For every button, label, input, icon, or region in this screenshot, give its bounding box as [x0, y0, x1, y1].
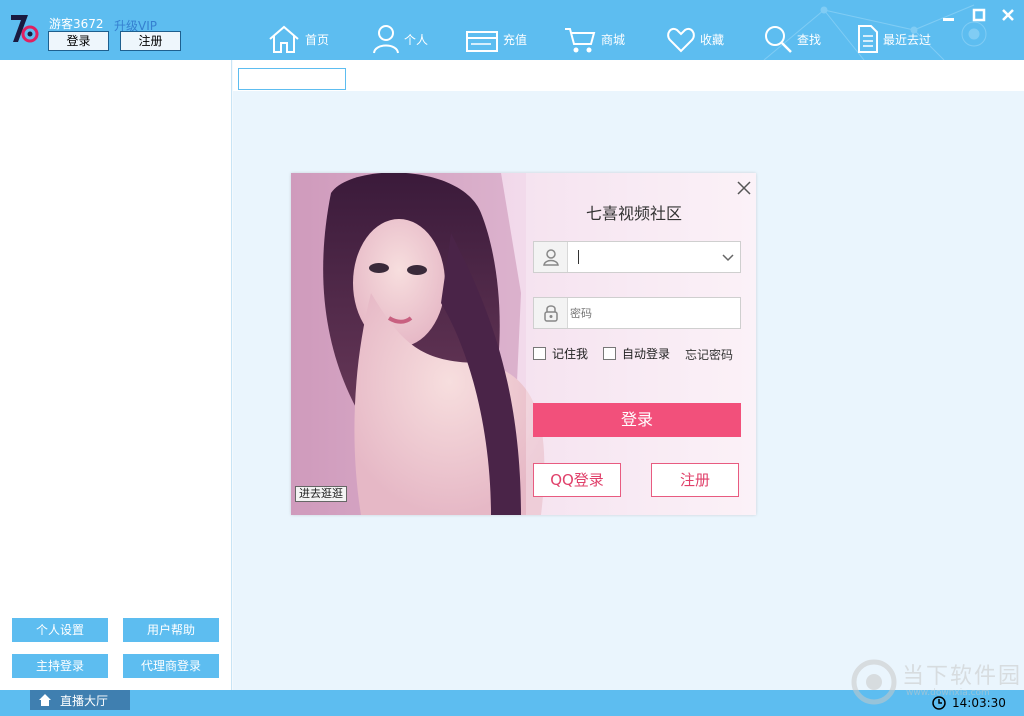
heart-icon: [667, 28, 695, 53]
dialog-title: 七喜视频社区: [586, 204, 683, 223]
nav-mall[interactable]: 商城: [563, 14, 625, 54]
live-hall-label: 直播大厅: [60, 693, 109, 708]
top-register-button[interactable]: 注册: [120, 31, 181, 51]
search-icon: [765, 26, 792, 53]
username-field[interactable]: [533, 241, 741, 273]
nav-recent[interactable]: 最近去过: [857, 14, 931, 54]
username-input[interactable]: [570, 246, 720, 268]
nav-recent-label: 最近去过: [883, 33, 932, 47]
login-button[interactable]: 登录: [533, 403, 741, 437]
nav-mall-label: 商城: [601, 33, 626, 47]
nav-recharge-label: 充值: [503, 33, 528, 47]
live-hall-tab[interactable]: 直播大厅: [30, 690, 130, 710]
maximize-icon[interactable]: [970, 6, 988, 24]
top-bar: 游客3672 升级VIP 登录 注册 首页 个人 充值 商城 收藏 查找 最近去…: [0, 0, 1024, 60]
forgot-password-link[interactable]: 忘记密码: [685, 346, 733, 363]
user-icon-box: [534, 242, 568, 272]
remember-me-box[interactable]: [533, 347, 546, 360]
nav-favorites-label: 收藏: [700, 33, 725, 47]
nav-personal-label: 个人: [404, 33, 429, 47]
dialog-close-icon[interactable]: [735, 179, 753, 197]
home-icon: [39, 694, 51, 706]
nav-favorites[interactable]: 收藏: [666, 14, 724, 54]
auto-login-box[interactable]: [603, 347, 616, 360]
auto-login-checkbox[interactable]: 自动登录: [603, 345, 670, 362]
remember-me-checkbox[interactable]: 记住我: [533, 345, 588, 362]
watermark: 当下软件园 www.downxia.com: [850, 656, 1022, 708]
user-help-button[interactable]: 用户帮助: [123, 618, 219, 642]
login-dialog: 七喜视频社区 记住我 自动登录 忘记密码 登录 QQ登录 注册 进去逛逛: [291, 173, 756, 515]
watermark-subtext: www.downxia.com: [906, 688, 990, 698]
tab-strip: [233, 60, 1024, 91]
qq-login-button[interactable]: QQ登录: [533, 463, 621, 497]
agent-login-button[interactable]: 代理商登录: [123, 654, 219, 678]
text-caret: [578, 250, 579, 264]
chevron-down-icon[interactable]: [720, 249, 736, 265]
personal-settings-button[interactable]: 个人设置: [12, 618, 108, 642]
nav-home-label: 首页: [305, 33, 330, 47]
register-button[interactable]: 注册: [651, 463, 739, 497]
guest-browse-button[interactable]: 进去逛逛: [295, 486, 347, 502]
close-icon[interactable]: [999, 6, 1017, 24]
auto-login-label: 自动登录: [622, 347, 671, 361]
lock-icon: [543, 305, 558, 322]
home-icon: [269, 25, 299, 53]
sidebar: 个人设置 用户帮助 主持登录 代理商登录: [0, 60, 232, 690]
top-login-button[interactable]: 登录: [48, 31, 109, 51]
nav-recharge[interactable]: 充值: [465, 14, 527, 54]
tab-blank[interactable]: [238, 68, 346, 90]
card-icon: [466, 31, 498, 52]
app-logo: [11, 15, 39, 43]
host-login-button[interactable]: 主持登录: [12, 654, 108, 678]
user-name: 游客3672: [49, 17, 104, 31]
password-input[interactable]: [570, 302, 720, 324]
nav-search-label: 查找: [797, 33, 822, 47]
watermark-text: 当下软件园: [902, 664, 1023, 689]
person-icon: [373, 25, 399, 54]
password-field[interactable]: [533, 297, 741, 329]
minimize-icon[interactable]: [940, 6, 958, 24]
document-icon: [858, 25, 878, 53]
remember-me-label: 记住我: [552, 347, 589, 361]
watermark-logo-icon: [851, 659, 897, 705]
cart-icon: [565, 28, 596, 53]
nav-personal[interactable]: 个人: [372, 14, 428, 54]
lock-icon-box: [534, 298, 568, 328]
nav-home[interactable]: 首页: [267, 14, 329, 54]
nav-search[interactable]: 查找: [763, 14, 821, 54]
user-icon: [542, 249, 559, 266]
